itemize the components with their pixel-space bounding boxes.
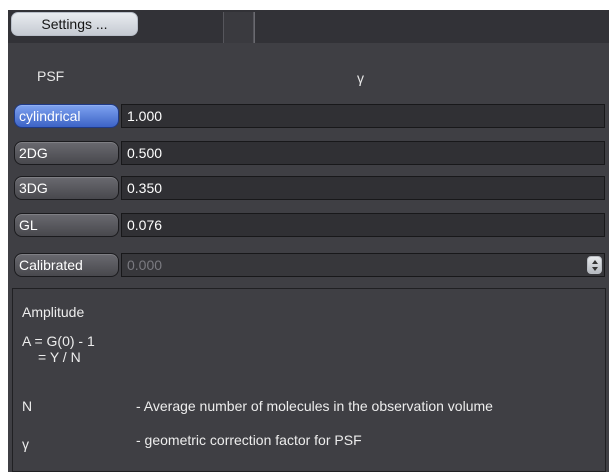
gamma-calibrated-value: 0.000 — [127, 257, 163, 273]
stepper-arrows-icon[interactable] — [587, 256, 602, 274]
psf-button-cylindrical[interactable]: cylindrical — [14, 104, 119, 128]
def-text-n: - Average number of molecules in the obs… — [136, 398, 493, 414]
psf-button-2dg[interactable]: 2DG — [14, 141, 119, 165]
psf-button-3dg[interactable]: 3DG — [14, 176, 119, 200]
settings-button[interactable]: Settings ... — [11, 12, 138, 36]
psf-button-calibrated[interactable]: Calibrated — [14, 253, 119, 277]
gamma-field-3dg[interactable]: 0.350 — [121, 176, 605, 200]
formula-line-2: = Y / N — [38, 349, 81, 365]
info-title: Amplitude — [22, 304, 85, 320]
amplitude-info-box: Amplitude A = G(0) - 1 = Y / N N - Avera… — [12, 288, 606, 472]
toolbar-divider — [254, 12, 255, 43]
def-symbol-gamma: γ — [22, 436, 29, 452]
def-text-gamma: - geometric correction factor for PSF — [136, 432, 362, 448]
top-toolbar: Settings ... — [8, 10, 609, 43]
toolbar-tab[interactable] — [223, 12, 254, 43]
psf-column-header: PSF — [37, 68, 65, 84]
gamma-field-cylindrical[interactable]: 1.000 — [121, 104, 605, 128]
psf-button-gl[interactable]: GL — [14, 213, 119, 237]
gamma-field-2dg[interactable]: 0.500 — [121, 141, 605, 165]
fcs-psf-panel: Settings ... PSF γ cylindrical 1.000 2DG… — [8, 10, 609, 472]
gamma-column-header: γ — [357, 70, 364, 86]
def-symbol-n: N — [22, 398, 33, 414]
gamma-field-gl[interactable]: 0.076 — [121, 213, 605, 237]
formula-line-1: A = G(0) - 1 — [22, 333, 95, 349]
gamma-field-calibrated: 0.000 — [121, 253, 605, 277]
